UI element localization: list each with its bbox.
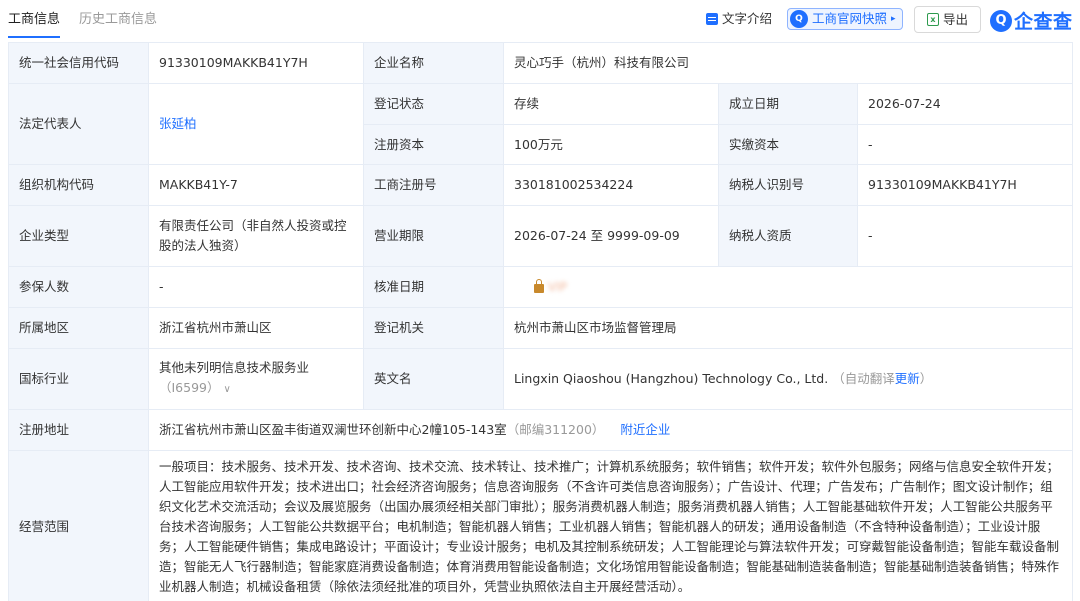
taxpayer-qual-value: - [856,205,1074,267]
biz-term-value: 2026-07-24 至 9999-09-09 [503,205,719,267]
document-icon [706,13,718,25]
taxpayer-id-label: 纳税人识别号 [718,164,858,206]
table-row: 经营范围 一般项目：技术服务、技术开发、技术咨询、技术交流、技术转让、技术推广；… [8,450,1074,601]
address-cell: 浙江省杭州市萧山区盈丰街道双澜世环创新中心2幢105-143室（邮编311200… [147,409,1074,451]
org-code-label: 组织机构代码 [8,164,149,206]
reg-status-value: 存续 [503,83,719,125]
industry-cell: 其他未列明信息技术服务业 （I6599） ∨ [148,348,364,410]
approval-date-label: 核准日期 [363,266,504,308]
established-value: 2026-07-24 [856,83,1074,125]
caret-right-icon: ▸ [891,14,896,24]
table-row: 法定代表人 张延柏 登记状态 存续 成立日期 2026-07-24 [8,83,1074,165]
taxpayer-id-value: 91330109MAKKB41Y7H [856,164,1074,206]
reg-capital-label: 注册资本 [363,124,504,165]
tab-business-info[interactable]: 工商信息 [8,11,61,38]
reg-authority-label: 登记机关 [363,307,504,349]
table-row: 参保人数 - 核准日期 VIP [8,266,1074,308]
credit-code-value: 91330109MAKKB41Y7H [148,42,364,84]
export-label: 导出 [942,11,968,27]
scope-label: 经营范围 [8,450,149,601]
company-type-label: 企业类型 [8,205,149,267]
approval-date-cell: VIP [502,266,1074,308]
table-row: 企业类型 有限责任公司（非自然人投资或控股的法人独资） 营业期限 2026-07… [8,205,1074,267]
credit-code-label: 统一社会信用代码 [8,42,149,84]
table-row: 注册地址 浙江省杭州市萧山区盈丰街道双澜世环创新中心2幢105-143室（邮编3… [8,409,1074,451]
industry-value: 其他未列明信息技术服务业 [159,360,310,375]
english-name-value: Lingxin Qiaoshou (Hangzhou) Technology C… [514,371,829,386]
text-intro-button[interactable]: 文字介绍 [706,10,772,28]
qichacha-logo: Q 企查查 [990,7,1073,34]
industry-code: （I6599） [159,380,220,395]
table-row: 统一社会信用代码 91330109MAKKB41Y7H 企业名称 灵心巧手（杭州… [8,42,1074,84]
region-value: 浙江省杭州市萧山区 [148,307,364,349]
english-name-cell: Lingxin Qiaoshou (Hangzhou) Technology C… [502,348,1074,410]
english-name-label: 英文名 [363,348,504,410]
update-translation-link[interactable]: 更新 [895,371,920,386]
paid-capital-label: 实缴资本 [718,124,858,165]
region-label: 所属地区 [8,307,149,349]
tab-history-business-info[interactable]: 历史工商信息 [79,11,157,29]
logo-text: 企查查 [1014,11,1073,33]
logo-icon: Q [990,9,1012,32]
industry-code-toggle[interactable]: （I6599） ∨ [159,378,353,400]
chevron-down-icon: ∨ [223,384,231,395]
lock-icon[interactable] [534,279,544,293]
snapshot-label: 工商官网快照 [812,11,888,26]
biz-reg-no-value: 330181002534224 [503,164,719,206]
reg-status-label: 登记状态 [363,83,504,125]
paid-capital-value: - [856,124,1074,165]
reg-authority-value: 杭州市萧山区市场监督管理局 [502,307,1074,349]
table-row: 所属地区 浙江省杭州市萧山区 登记机关 杭州市萧山区市场监督管理局 [8,307,1074,349]
excel-icon: x [926,13,939,26]
company-name-label: 企业名称 [363,42,504,84]
business-info-table: 统一社会信用代码 91330109MAKKB41Y7H 企业名称 灵心巧手（杭州… [8,42,1074,601]
legal-rep-label: 法定代表人 [8,83,149,165]
auto-translate-close: ） [919,371,933,386]
company-name-value: 灵心巧手（杭州）科技有限公司 [502,42,1074,84]
org-code-value: MAKKB41Y-7 [148,164,364,206]
postcode: （邮编311200） [506,422,605,437]
address-value: 浙江省杭州市萧山区盈丰街道双澜世环创新中心2幢105-143室 [159,422,507,437]
official-snapshot-button[interactable]: Q 工商官网快照 ▸ [787,8,903,30]
address-label: 注册地址 [8,409,149,451]
table-row: 国标行业 其他未列明信息技术服务业 （I6599） ∨ 英文名 Lingxin … [8,348,1074,410]
nearby-companies-link[interactable]: 附近企业 [620,422,670,437]
reg-capital-value: 100万元 [503,124,719,165]
legal-rep-link[interactable]: 张延柏 [159,116,197,131]
export-button[interactable]: x 导出 [914,6,981,33]
biz-reg-no-label: 工商注册号 [363,164,504,206]
insured-label: 参保人数 [8,266,149,308]
industry-label: 国标行业 [8,348,149,410]
scope-value: 一般项目：技术服务、技术开发、技术咨询、技术交流、技术转让、技术推广；计算机系统… [147,450,1074,601]
text-intro-label: 文字介绍 [722,11,773,26]
table-row: 组织机构代码 MAKKB41Y-7 工商注册号 330181002534224 … [8,164,1074,206]
biz-term-label: 营业期限 [363,205,504,267]
legal-rep-cell: 张延柏 [148,83,364,165]
insured-value: - [148,266,364,308]
company-type-value: 有限责任公司（非自然人投资或控股的法人独资） [148,205,364,267]
snapshot-icon: Q [790,10,808,28]
top-bar: 工商信息 历史工商信息 文字介绍 Q 工商官网快照 ▸ x 导出 Q 企查查 [0,0,1080,40]
established-label: 成立日期 [718,83,858,125]
taxpayer-qual-label: 纳税人资质 [718,205,858,267]
auto-translate-note: （自动翻译 [832,371,895,386]
vip-masked-value[interactable]: VIP [548,277,567,297]
